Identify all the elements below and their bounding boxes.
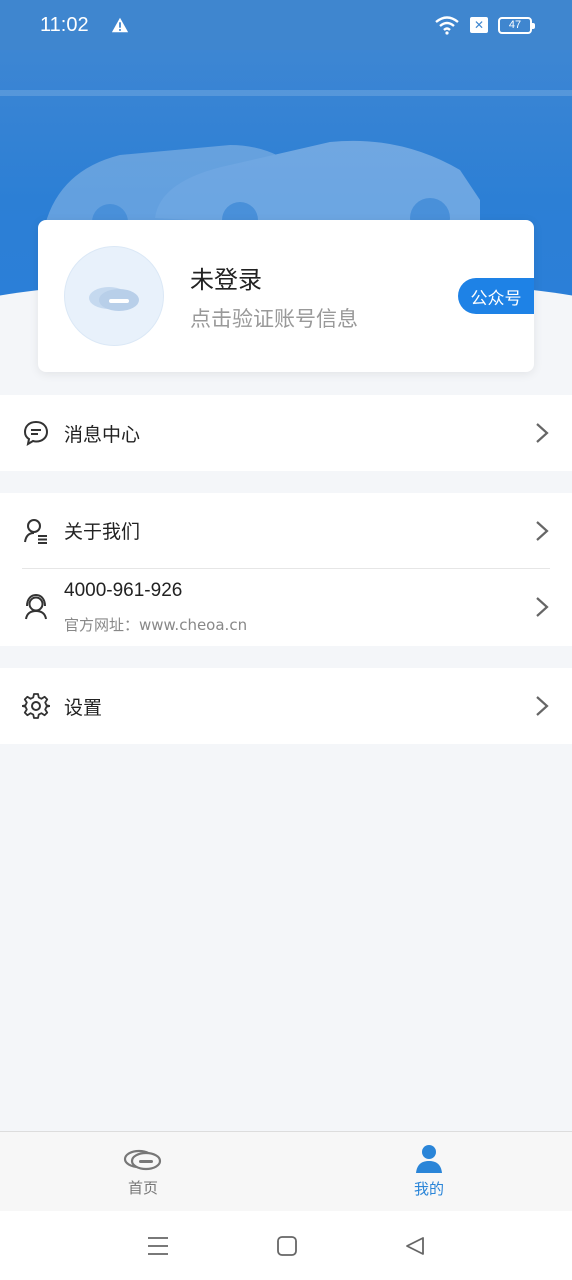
battery-icon: 47	[498, 16, 535, 34]
phone-number[interactable]: 4000-961-926	[64, 580, 247, 602]
menu-item-phone[interactable]: 4000-961-926 官方网址：www.cheoa.cn	[0, 568, 572, 646]
profile-subtitle: 点击验证账号信息	[190, 306, 358, 331]
divider	[22, 568, 550, 569]
car-icon	[123, 1149, 162, 1171]
no-sim-icon: ✕	[470, 17, 488, 33]
menu-item-about[interactable]: 关于我们	[0, 493, 572, 568]
tab-label-home: 首页	[127, 1179, 158, 1197]
menu-item-messages[interactable]: 消息中心	[0, 395, 572, 471]
bottom-tab-bar: 首页 我的	[0, 1131, 572, 1211]
back-triangle-icon[interactable]	[405, 1236, 425, 1256]
menu-group-about: 关于我们 4000-961-926 官方网址：www.cheoa.cn	[0, 493, 572, 646]
menu-label-settings: 设置	[64, 696, 103, 719]
profile-name: 未登录	[190, 265, 262, 294]
gear-icon	[22, 693, 50, 719]
tab-label-mine: 我的	[413, 1180, 444, 1198]
tab-mine[interactable]: 我的	[286, 1132, 572, 1211]
avatar[interactable]	[64, 246, 164, 346]
menu-label-about: 关于我们	[64, 521, 141, 543]
menu-group-messages: 消息中心	[0, 395, 572, 471]
menu-item-settings[interactable]: 设置	[0, 668, 572, 744]
chevron-right-icon	[536, 597, 549, 617]
wifi-icon	[435, 16, 459, 35]
menu-label-messages: 消息中心	[64, 423, 141, 446]
chevron-right-icon	[536, 696, 549, 716]
system-nav-bar	[0, 1211, 572, 1280]
home-square-icon[interactable]	[277, 1235, 297, 1256]
chevron-right-icon	[536, 423, 549, 443]
car-logo-icon	[89, 287, 139, 311]
status-time: 11:02	[40, 13, 89, 36]
message-icon	[23, 420, 49, 447]
warning-icon	[111, 17, 128, 33]
user-icon	[416, 1145, 442, 1173]
menu-group-settings: 设置	[0, 668, 572, 744]
tab-home[interactable]: 首页	[0, 1132, 286, 1211]
customer-service-icon	[25, 593, 47, 620]
user-info-icon	[24, 518, 47, 544]
chevron-right-icon	[536, 520, 549, 541]
profile-card[interactable]: 未登录 点击验证账号信息 公众号	[38, 220, 534, 372]
menu-icon[interactable]	[147, 1236, 169, 1256]
website-url[interactable]: 官方网址：www.cheoa.cn	[64, 614, 247, 635]
status-bar: 11:02 ✕ 47	[0, 0, 572, 50]
gzh-button[interactable]: 公众号	[458, 278, 534, 314]
